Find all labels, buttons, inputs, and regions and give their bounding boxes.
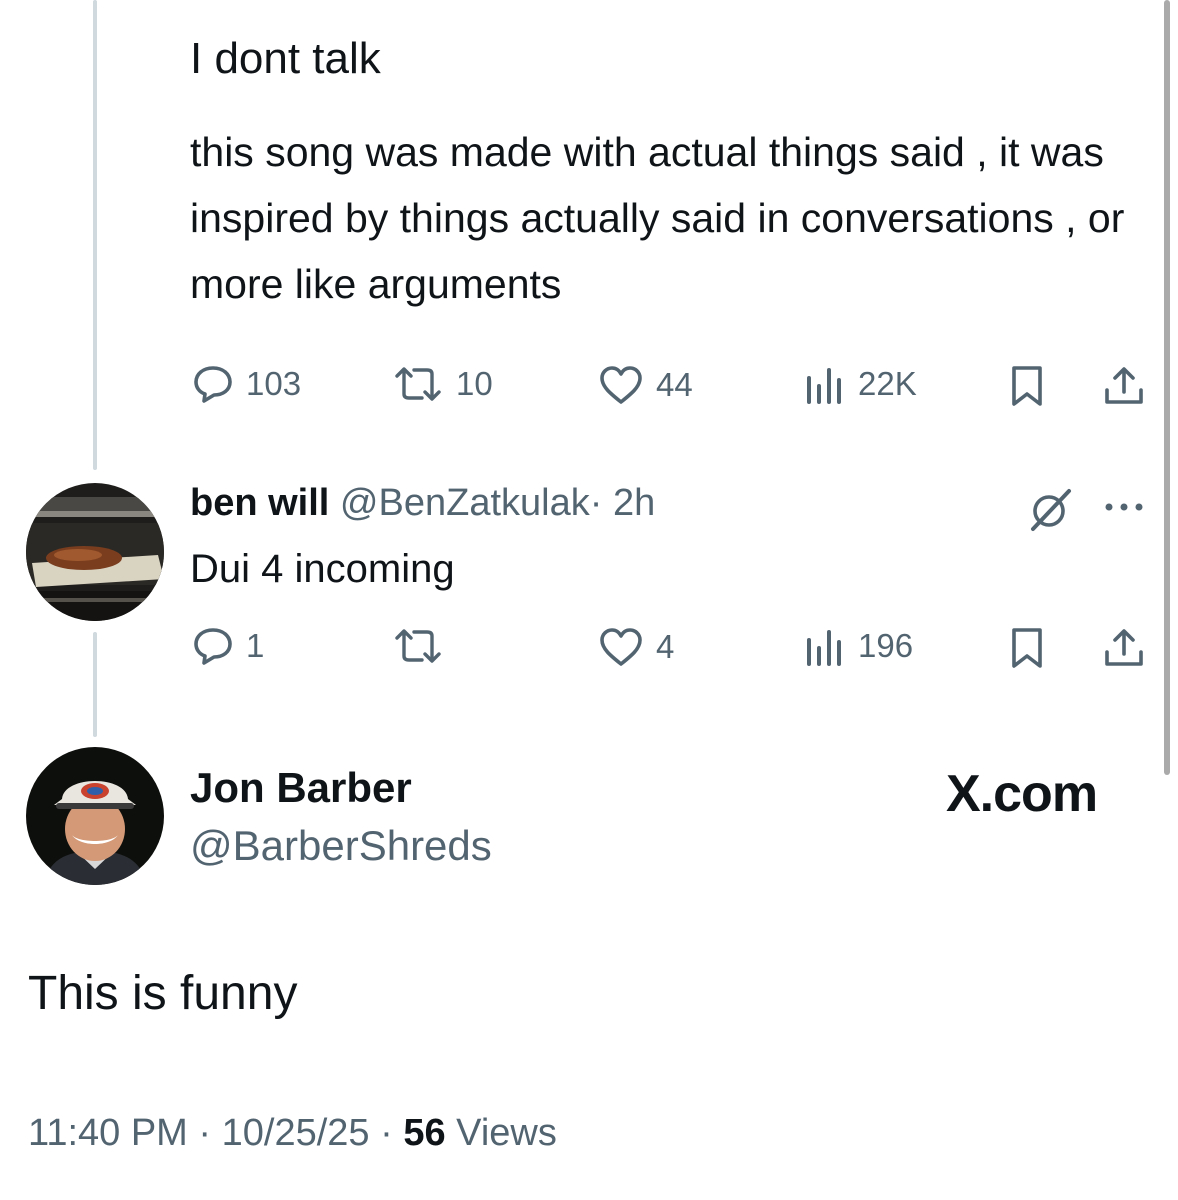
more-options-button[interactable]	[1102, 500, 1146, 519]
reply-post-like-count: 4	[656, 628, 675, 665]
speech-bubble-icon	[194, 366, 232, 403]
repost-arrows-icon	[395, 367, 441, 401]
bookmark-icon	[1012, 366, 1042, 406]
share-upload-icon	[1105, 629, 1143, 666]
scrollbar[interactable]	[1164, 0, 1170, 775]
share-button[interactable]	[1102, 364, 1146, 408]
more-dots-icon	[1105, 503, 1143, 511]
reply-time[interactable]: 2h	[613, 482, 655, 524]
profile-photo-image	[26, 747, 164, 885]
reply-post-reply-count: 1	[246, 627, 265, 664]
parent-post-title: I dont talk	[190, 34, 381, 83]
quote-meta: 11:40 PM · 10/25/25 · 56 Views	[28, 1112, 557, 1155]
views-button[interactable]: 22K	[804, 364, 917, 404]
avatar-jon-barber[interactable]	[26, 747, 164, 885]
meta-separator: ·	[380, 1112, 393, 1154]
quote-text: This is funny	[28, 967, 298, 1020]
like-button[interactable]: 44	[598, 364, 693, 406]
heart-icon	[600, 366, 642, 404]
quote-handle[interactable]: @BarberShreds	[190, 822, 492, 870]
quote-views-label: Views	[456, 1112, 557, 1154]
thread-line-bottom	[93, 632, 97, 737]
heart-icon	[600, 628, 642, 666]
reply-display-name[interactable]: ben will	[190, 482, 329, 524]
parent-post-body: this song was made with actual things sa…	[190, 129, 1125, 307]
reply-separator: ·	[589, 482, 603, 524]
reply-header: ben will @BenZatkulak· 2h	[190, 482, 655, 525]
grok-slash-circle-icon	[1031, 489, 1071, 531]
bookmark-button[interactable]	[1008, 364, 1046, 408]
bar-chart-icon	[807, 630, 841, 666]
share-upload-icon	[1105, 367, 1143, 404]
quote-time[interactable]: 11:40 PM	[28, 1112, 188, 1154]
reply-post-like-button[interactable]: 4	[598, 626, 674, 668]
meta-separator: ·	[198, 1112, 212, 1154]
reply-post-repost-button[interactable]	[392, 626, 456, 666]
reply-post-share-button[interactable]	[1102, 626, 1146, 670]
x-com-brand: X.com	[946, 765, 1098, 823]
bookmark-icon	[1012, 628, 1042, 668]
oven-photo-image	[26, 483, 164, 621]
reply-handle[interactable]: @BenZatkulak	[340, 482, 590, 524]
repost-count: 10	[456, 365, 493, 402]
like-count: 44	[656, 366, 693, 403]
repost-arrows-icon	[395, 629, 441, 663]
grok-button[interactable]	[1025, 485, 1077, 538]
repost-button[interactable]: 10	[392, 364, 493, 404]
reply-post-reply-button[interactable]: 1	[192, 626, 264, 666]
quote-display-name[interactable]: Jon Barber	[190, 764, 412, 812]
reply-text: Dui 4 incoming	[190, 547, 455, 591]
thread-line-top	[93, 0, 97, 470]
avatar-ben-will[interactable]	[26, 483, 164, 621]
reply-post-bookmark-button[interactable]	[1008, 626, 1046, 670]
views-count: 22K	[858, 365, 917, 402]
speech-bubble-icon	[194, 628, 232, 665]
reply-count: 103	[246, 365, 302, 402]
quote-views-count: 56	[403, 1112, 446, 1154]
quote-date[interactable]: 10/25/25	[222, 1112, 370, 1154]
reply-post-views-button[interactable]: 196	[804, 626, 913, 666]
bar-chart-icon	[807, 368, 841, 404]
reply-button[interactable]: 103	[192, 364, 301, 404]
reply-post-views-count: 196	[858, 627, 914, 664]
